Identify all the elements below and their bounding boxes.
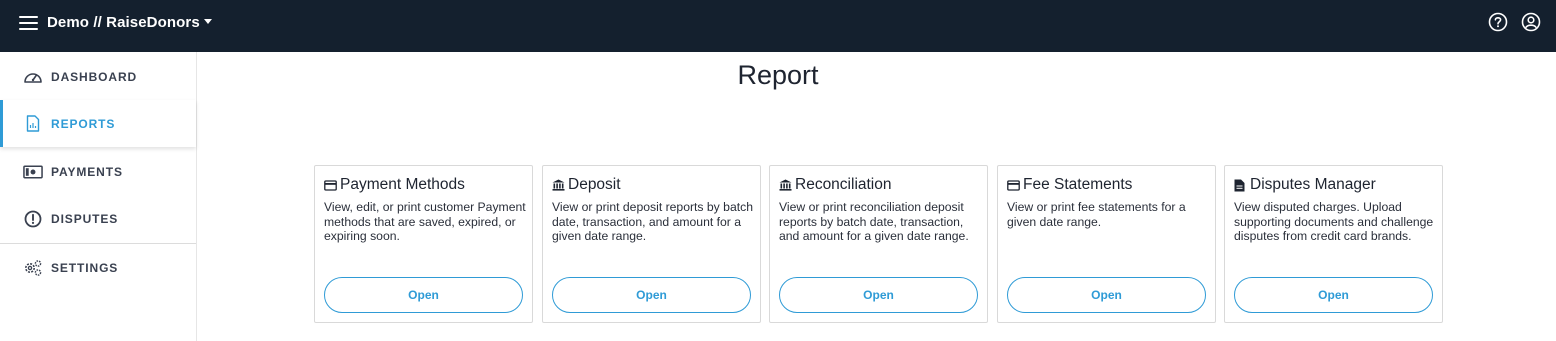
report-document-icon	[23, 114, 43, 134]
card-description: View disputed charges. Upload supporting…	[1234, 200, 1434, 243]
chevron-down-icon[interactable]	[204, 19, 212, 24]
sidebar-item-label: PAYMENTS	[51, 164, 123, 179]
card-description: View or print reconciliation deposit rep…	[779, 200, 969, 243]
report-card-reconciliation: Reconciliation View or print reconciliat…	[769, 165, 988, 323]
card-title: Disputes Manager	[1250, 176, 1376, 193]
sidebar-item-disputes[interactable]: DISPUTES	[0, 195, 196, 242]
open-payment-methods-button[interactable]: Open	[324, 277, 523, 313]
help-icon[interactable]	[1488, 12, 1508, 32]
sidebar-item-label: REPORTS	[51, 116, 116, 131]
card-description: View or print fee statements for a given…	[1007, 200, 1186, 229]
credit-card-icon	[324, 179, 337, 192]
alert-circle-icon	[23, 209, 43, 229]
menu-icon[interactable]	[19, 14, 39, 32]
card-title: Payment Methods	[340, 176, 465, 193]
top-bar: Demo // RaiseDonors	[0, 0, 1556, 52]
page-title-text: Report	[737, 60, 819, 90]
sidebar-item-label: SETTINGS	[51, 260, 119, 275]
money-icon	[23, 162, 43, 182]
bank-icon	[552, 179, 565, 192]
card-title: Reconciliation	[795, 176, 892, 193]
bank-icon	[779, 179, 792, 192]
credit-card-icon	[1007, 179, 1020, 192]
sidebar-item-payments[interactable]: PAYMENTS	[0, 148, 196, 195]
card-title: Deposit	[568, 176, 621, 193]
report-card-payment-methods: Payment Methods View, edit, or print cus…	[314, 165, 533, 323]
document-icon	[1234, 179, 1247, 192]
card-title: Fee Statements	[1023, 176, 1133, 193]
open-deposit-button[interactable]: Open	[552, 277, 751, 313]
sidebar: DASHBOARD REPORTS PAYMENTS DISPUTES SETT…	[0, 52, 197, 341]
card-description: View or print deposit reports by batch d…	[552, 200, 753, 243]
sidebar-item-label: DISPUTES	[51, 211, 119, 226]
report-card-disputes-manager: Disputes Manager View disputed charges. …	[1224, 165, 1443, 323]
report-card-deposit: Deposit View or print deposit reports by…	[542, 165, 761, 323]
user-account-icon[interactable]	[1521, 12, 1541, 32]
sidebar-item-settings[interactable]: SETTINGS	[0, 244, 196, 291]
gears-icon	[23, 258, 43, 278]
report-card-fee-statements: Fee Statements View or print fee stateme…	[997, 165, 1216, 323]
open-fee-statements-button[interactable]: Open	[1007, 277, 1206, 313]
org-name[interactable]: Demo // RaiseDonors	[47, 14, 200, 31]
open-disputes-manager-button[interactable]: Open	[1234, 277, 1433, 313]
page-title: Report	[0, 60, 1556, 91]
open-reconciliation-button[interactable]: Open	[779, 277, 978, 313]
sidebar-item-reports[interactable]: REPORTS	[0, 100, 196, 147]
card-description: View, edit, or print customer Payment me…	[324, 200, 526, 243]
